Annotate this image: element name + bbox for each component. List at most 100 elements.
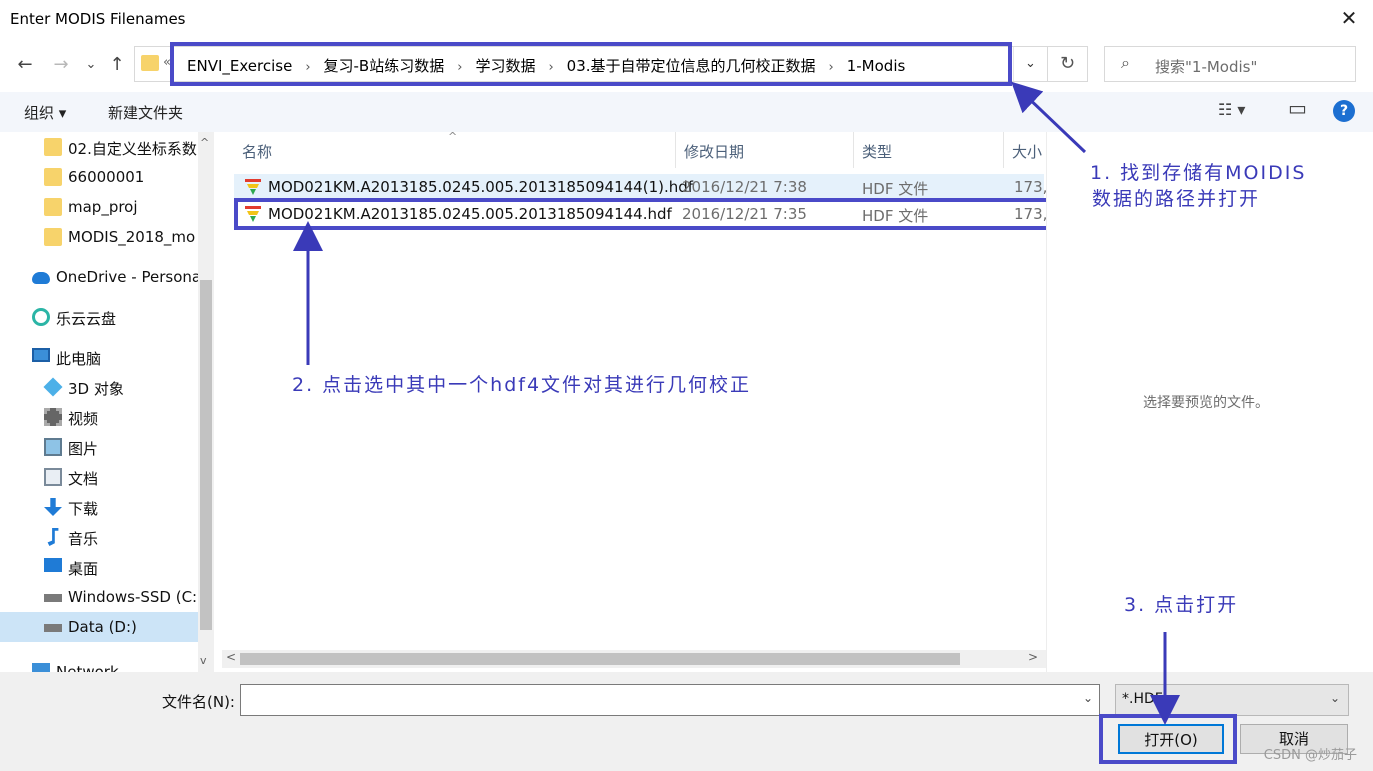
sidebar-item[interactable]: Network (0, 657, 198, 672)
lecloud-icon (32, 308, 50, 326)
command-bar: 组织 ▾ 新建文件夹 ☷ ▾ ▭ ? (0, 92, 1373, 132)
open-highlight-box (1099, 714, 1237, 764)
folder-icon (44, 168, 62, 186)
recent-locations-icon[interactable]: ⌄ (80, 54, 102, 76)
horizontal-scrollbar[interactable]: < > (222, 650, 1046, 668)
close-icon[interactable]: ✕ (1337, 6, 1361, 30)
desktop-icon (44, 558, 62, 572)
sidebar-item[interactable]: 下载 (0, 492, 198, 522)
watermark: CSDN @炒茄子 (1263, 748, 1357, 763)
sidebar-item[interactable]: 文档 (0, 462, 198, 492)
column-header-type[interactable]: 类型 (854, 132, 1004, 168)
sidebar-item[interactable]: Data (D:) (0, 612, 198, 642)
sidebar-item[interactable]: 02.自定义坐标系数 (0, 132, 198, 162)
sidebar-item[interactable]: 音乐 (0, 522, 198, 552)
search-icon: ⌕ (1121, 53, 1130, 72)
sidebar-item[interactable]: Windows-SSD (C: (0, 582, 198, 612)
chevron-down-icon[interactable]: ⌄ (1330, 691, 1340, 705)
view-options-icon[interactable]: ☷ ▾ (1218, 100, 1245, 119)
sidebar-item-label: 此电脑 (56, 350, 102, 368)
back-arrow-icon[interactable]: ← (14, 54, 36, 76)
sidebar-item-label: 音乐 (68, 530, 99, 548)
annotation-step2: 2. 点击选中其中一个hdf4文件对其进行几何校正 (292, 374, 752, 396)
sidebar-item[interactable]: 图片 (0, 432, 198, 462)
help-icon[interactable]: ? (1333, 100, 1355, 122)
sidebar-item-label: 02.自定义坐标系数 (68, 140, 197, 158)
file-type-select[interactable]: *.HDF ⌄ (1115, 684, 1349, 716)
sidebar-item[interactable]: OneDrive - Persona (0, 262, 198, 292)
scroll-up-icon[interactable]: ^ (200, 136, 209, 149)
sidebar-item[interactable]: map_proj (0, 192, 198, 222)
sidebar-item-label: Data (D:) (68, 618, 137, 636)
organize-button[interactable]: 组织 ▾ (24, 102, 66, 123)
title-bar: Enter MODIS Filenames ✕ (0, 0, 1373, 38)
file-size: 173, (1014, 178, 1048, 196)
network-icon (32, 663, 50, 672)
forward-arrow-icon[interactable]: → (50, 54, 72, 76)
up-folder-icon[interactable]: ↑ (106, 54, 128, 76)
sidebar-item-label: 下载 (68, 500, 99, 518)
computer-icon (32, 348, 50, 362)
column-header-date[interactable]: 修改日期 (676, 132, 854, 168)
sidebar-item[interactable]: 视频 (0, 402, 198, 432)
sidebar-item[interactable]: 乐云云盘 (0, 302, 198, 332)
file-name: MOD021KM.A2013185.0245.005.2013185094144… (268, 178, 694, 196)
document-icon (44, 468, 62, 486)
annotation-step1-line2: 数据的路径并打开 (1092, 188, 1261, 210)
sidebar-item-label: MODIS_2018_mo (68, 228, 196, 246)
filename-label: 文件名(N): (162, 693, 235, 711)
sidebar-item[interactable]: 此电脑 (0, 342, 198, 372)
search-input[interactable]: 搜索"1-Modis" (1155, 56, 1257, 77)
sidebar-item[interactable]: 66000001 (0, 162, 198, 192)
scrollbar-thumb[interactable] (200, 280, 212, 630)
drive-icon (44, 624, 62, 632)
scrollbar-thumb[interactable] (240, 653, 960, 665)
filename-input[interactable]: ⌄ (240, 684, 1100, 716)
folder-icon (141, 55, 159, 71)
annotation-step1-line1: 1. 找到存储有MOIDIS (1090, 162, 1307, 184)
preview-message: 选择要预览的文件。 (1143, 395, 1269, 411)
new-folder-button[interactable]: 新建文件夹 (108, 102, 183, 123)
scroll-down-icon[interactable]: v (200, 654, 207, 667)
music-icon (47, 528, 59, 546)
sidebar-item-label: 乐云云盘 (56, 310, 117, 328)
sidebar-item[interactable]: 桌面 (0, 552, 198, 582)
file-highlight-box (234, 198, 1056, 230)
preview-pane-icon[interactable]: ▭ (1288, 96, 1307, 120)
scroll-left-icon[interactable]: < (226, 650, 236, 664)
sidebar-item-label: 桌面 (68, 560, 99, 578)
file-date: 2016/12/21 7:38 (682, 178, 807, 196)
hdf-file-icon (245, 179, 261, 195)
file-type-value: *.HDF (1122, 691, 1163, 707)
sidebar-item-label: 文档 (68, 470, 99, 488)
column-header-name[interactable]: 名称 (234, 132, 676, 168)
chevron-down-icon[interactable]: ⌄ (1013, 47, 1047, 81)
address-highlight-box (170, 42, 1012, 86)
folder-icon (44, 198, 62, 216)
folder-icon (44, 228, 62, 246)
search-box[interactable]: ⌕ 搜索"1-Modis" (1104, 46, 1356, 82)
cube-icon (43, 377, 63, 397)
cloud-icon (32, 272, 50, 284)
window-title: Enter MODIS Filenames (10, 10, 186, 28)
file-row[interactable]: MOD021KM.A2013185.0245.005.2013185094144… (234, 174, 1048, 200)
refresh-icon[interactable]: ↻ (1048, 46, 1088, 82)
video-icon (44, 408, 62, 426)
sidebar-item[interactable]: MODIS_2018_mo (0, 222, 198, 252)
chevron-down-icon[interactable]: ⌄ (1083, 691, 1093, 705)
sidebar-scrollbar[interactable]: ^ v (198, 132, 214, 672)
sidebar-item-label: 3D 对象 (68, 380, 124, 398)
sidebar-item-label: map_proj (68, 198, 138, 216)
sidebar-item-label: Network (56, 663, 119, 672)
drive-icon (44, 594, 62, 602)
scroll-right-icon[interactable]: > (1028, 650, 1038, 664)
annotation-step3: 3. 点击打开 (1124, 594, 1239, 616)
download-icon (44, 498, 62, 516)
sidebar-item-label: 66000001 (68, 168, 145, 186)
sidebar-item-label: OneDrive - Persona (56, 268, 198, 286)
navigation-pane: 02.自定义坐标系数 66000001 map_proj MODIS_2018_mo O… (0, 132, 214, 672)
column-header-size[interactable]: 大小 (1004, 132, 1044, 168)
sidebar-item[interactable]: 3D 对象 (0, 372, 198, 402)
picture-icon (44, 438, 62, 456)
folder-icon (44, 138, 62, 156)
